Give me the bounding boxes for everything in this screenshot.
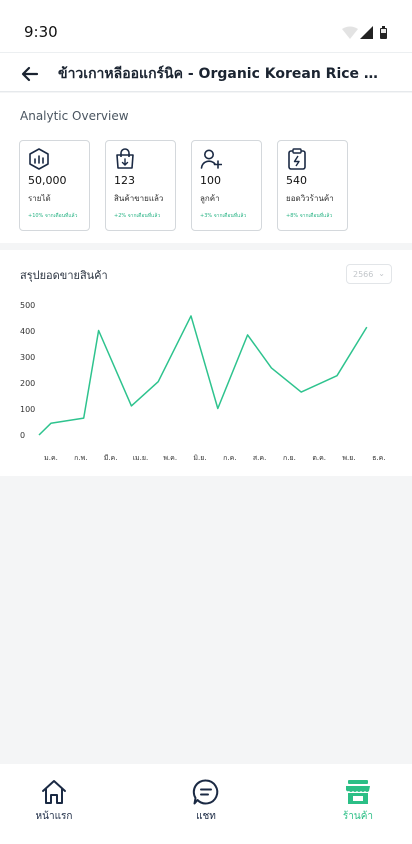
stat-label: สินค้าขายแล้ว <box>114 194 164 203</box>
sales-line-chart: 0 100 200 300 400 500 ม.ค. ก.พ. มี.ค. เม.ย. พ.ค. มิ… <box>20 301 386 462</box>
bottom-nav: หน้าแรก แชท ร้านค้า <box>0 764 412 844</box>
app-bar: ข้าวเกาหลีออแกร์นิค - Organic Korean Ric… <box>0 52 412 92</box>
x-tick-label: มี.ค. <box>104 454 118 462</box>
stat-trend: +3% จากเดือนที่แล้ว <box>200 213 247 219</box>
sales-summary-title: สรุปยอดขายสินค้า <box>20 269 108 282</box>
shopping-bag-icon <box>116 148 134 169</box>
x-tick-label: เม.ย. <box>133 454 149 462</box>
add-user-icon <box>200 149 222 169</box>
x-tick-label: ม.ค. <box>44 454 58 462</box>
x-tick-label: มิ.ย. <box>193 454 206 462</box>
year-dropdown[interactable]: 2566 ⌄ <box>346 264 392 284</box>
nav-item-home[interactable]: หน้าแรก <box>14 778 94 824</box>
x-tick-label: ก.ค. <box>223 454 236 462</box>
nav-item-chat[interactable]: แชท <box>166 778 246 824</box>
x-tick-label: พ.ย. <box>342 454 355 462</box>
x-tick-label: ธ.ค. <box>372 454 385 462</box>
page-title: ข้าวเกาหลีออแกร์นิค - Organic Korean Ric… <box>58 66 378 82</box>
stat-card-products-sold[interactable]: 123 สินค้าขายแล้ว +2% จากเดือนที่แล้ว <box>105 140 176 231</box>
x-tick-label: ก.พ. <box>74 454 87 462</box>
wifi-icon <box>342 26 358 39</box>
chat-icon <box>192 779 219 805</box>
stat-trend: +2% จากเดือนที่แล้ว <box>114 213 161 219</box>
stat-value: 50,000 <box>28 174 67 187</box>
year-dropdown-value: 2566 <box>353 270 374 279</box>
analytic-overview-section: Analytic Overview 50,000 รายได้ +10% จาก… <box>0 93 412 243</box>
overview-title: Analytic Overview <box>20 109 129 123</box>
signal-icon <box>360 26 373 39</box>
revenue-icon <box>29 148 49 170</box>
y-tick-label: 300 <box>20 353 35 362</box>
empty-area <box>0 476 412 764</box>
nav-label: ร้านค้า <box>342 811 374 822</box>
x-tick-label: ต.ค. <box>312 454 326 462</box>
y-tick-label: 500 <box>20 301 35 310</box>
x-tick-label: พ.ค. <box>163 454 177 462</box>
home-icon <box>42 780 66 804</box>
stat-card-store-views[interactable]: 540 ยอดวิวร้านค้า +8% จากเดือนที่แล้ว <box>277 140 348 231</box>
clipboard-icon <box>288 148 306 170</box>
stat-card-customers[interactable]: 100 ลูกค้า +3% จากเดือนที่แล้ว <box>191 140 262 231</box>
chevron-down-icon: ⌄ <box>378 269 385 278</box>
sales-series-line <box>38 315 368 436</box>
status-time: 9:30 <box>24 23 58 41</box>
stat-value: 100 <box>200 174 221 187</box>
stat-label: ยอดวิวร้านค้า <box>286 194 334 203</box>
back-arrow-icon[interactable] <box>20 64 40 84</box>
store-icon <box>346 780 370 804</box>
nav-label: แชท <box>196 811 216 822</box>
stat-trend: +10% จากเดือนที่แล้ว <box>28 213 78 219</box>
status-icons <box>342 25 390 44</box>
stat-trend: +8% จากเดือนที่แล้ว <box>286 213 333 219</box>
stat-card-revenue[interactable]: 50,000 รายได้ +10% จากเดือนที่แล้ว <box>19 140 90 231</box>
stat-label: ลูกค้า <box>200 194 220 203</box>
y-tick-label: 400 <box>20 327 35 336</box>
nav-label: หน้าแรก <box>35 811 73 822</box>
status-bar: 9:30 <box>0 0 412 52</box>
stat-label: รายได้ <box>28 194 51 203</box>
x-tick-label: ก.ย. <box>283 454 296 462</box>
y-tick-label: 0 <box>20 431 25 440</box>
x-tick-label: ส.ค. <box>253 454 266 462</box>
stat-value: 123 <box>114 174 135 187</box>
y-tick-label: 200 <box>20 379 35 388</box>
stat-value: 540 <box>286 174 307 187</box>
nav-item-store[interactable]: ร้านค้า <box>318 778 398 824</box>
sales-summary-section: สรุปยอดขายสินค้า 2566 ⌄ 0 100 200 300 400 500… <box>0 250 412 476</box>
y-tick-label: 100 <box>20 405 35 414</box>
